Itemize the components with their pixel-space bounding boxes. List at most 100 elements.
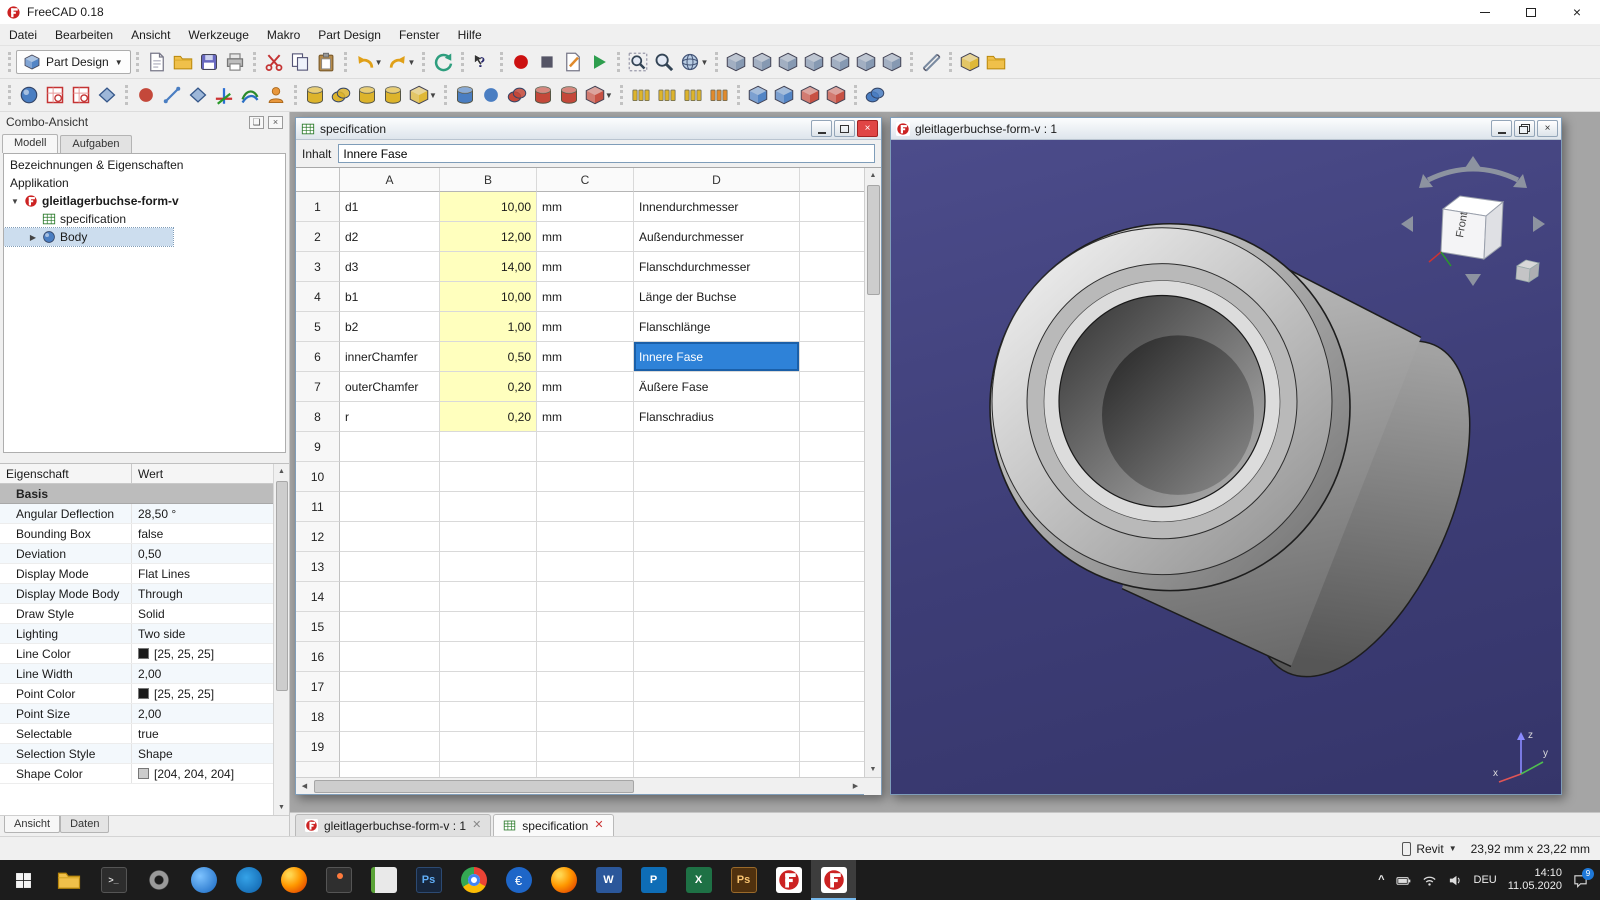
- taskbar-app-excel[interactable]: X: [676, 860, 721, 900]
- tree-item-application[interactable]: Applikation: [4, 174, 285, 192]
- sheet-cell[interactable]: r: [340, 402, 440, 432]
- sheet-cell[interactable]: [440, 612, 537, 642]
- row-header[interactable]: 8: [296, 402, 340, 432]
- sheet-cell[interactable]: [440, 432, 537, 462]
- taskbar-app-photoshop-2[interactable]: Ps: [721, 860, 766, 900]
- expand-icon[interactable]: ▶: [28, 233, 38, 242]
- window-minimize-button[interactable]: [811, 120, 832, 137]
- shape-binder-button[interactable]: [237, 82, 263, 108]
- sheet-cell[interactable]: [440, 582, 537, 612]
- taskbar-app-chrome[interactable]: [451, 860, 496, 900]
- col-header-D[interactable]: D: [634, 168, 800, 192]
- create-part-button[interactable]: [957, 49, 983, 75]
- col-header-B[interactable]: B: [440, 168, 537, 192]
- close-panel-button[interactable]: ×: [268, 115, 283, 129]
- sheet-cell[interactable]: [537, 642, 634, 672]
- spreadsheet-window-titlebar[interactable]: specification ×: [296, 118, 881, 140]
- sheet-cell[interactable]: 12,00: [440, 222, 537, 252]
- toolbar-grip[interactable]: [500, 52, 504, 72]
- map-sketch-button[interactable]: [94, 82, 120, 108]
- sheet-cell[interactable]: [537, 762, 634, 777]
- sheet-cell[interactable]: mm: [537, 222, 634, 252]
- menu-makro[interactable]: Makro: [258, 24, 309, 45]
- sheet-cell[interactable]: [440, 642, 537, 672]
- sheet-cell[interactable]: b1: [340, 282, 440, 312]
- multitransform-button[interactable]: [706, 82, 732, 108]
- taskbar-app-explorer[interactable]: [46, 860, 91, 900]
- taskbar-app-java[interactable]: [316, 860, 361, 900]
- refresh-button[interactable]: [430, 49, 456, 75]
- menu-bearbeiten[interactable]: Bearbeiten: [46, 24, 122, 45]
- view-isometric-button[interactable]: [723, 49, 749, 75]
- row-header[interactable]: [296, 762, 340, 777]
- sheet-cell[interactable]: [634, 432, 800, 462]
- macro-play-button[interactable]: [586, 49, 612, 75]
- additive-pipe-button[interactable]: [380, 82, 406, 108]
- scroll-up-icon[interactable]: ▲: [278, 464, 285, 479]
- sheet-cell[interactable]: Außendurchmesser: [634, 222, 800, 252]
- navigation-cube[interactable]: Front: [1393, 154, 1553, 304]
- paste-button[interactable]: [313, 49, 339, 75]
- sheet-cell[interactable]: mm: [537, 252, 634, 282]
- subtractive-loft-button[interactable]: [530, 82, 556, 108]
- toolbar-grip[interactable]: [853, 85, 857, 105]
- clock[interactable]: 14:10 11.05.2020: [1508, 867, 1562, 893]
- revolution-button[interactable]: [328, 82, 354, 108]
- minimize-button[interactable]: [1462, 0, 1508, 24]
- scrollbar-thumb[interactable]: [314, 779, 634, 793]
- row-header[interactable]: 14: [296, 582, 340, 612]
- prop-value[interactable]: Solid: [132, 604, 273, 623]
- undo-dropdown[interactable]: ▼: [375, 58, 383, 67]
- subtractive-pipe-button[interactable]: [556, 82, 582, 108]
- sheet-cell[interactable]: [340, 552, 440, 582]
- start-button[interactable]: [0, 860, 46, 900]
- macro-record-button[interactable]: [508, 49, 534, 75]
- sheet-cell[interactable]: [340, 492, 440, 522]
- corner-header[interactable]: [296, 168, 340, 192]
- window-maximize-button[interactable]: [834, 120, 855, 137]
- sheet-cell[interactable]: Länge der Buchse: [634, 282, 800, 312]
- macro-edit-button[interactable]: [560, 49, 586, 75]
- taskbar-app-word[interactable]: W: [586, 860, 631, 900]
- menu-werkzeuge[interactable]: Werkzeuge: [179, 24, 257, 45]
- volume-icon[interactable]: [1448, 873, 1463, 888]
- taskbar-app-firefox[interactable]: [271, 860, 316, 900]
- sheet-cell[interactable]: [634, 552, 800, 582]
- scroll-up-icon[interactable]: ▲: [865, 168, 881, 183]
- navcube-mini-cube[interactable]: [1515, 259, 1540, 283]
- rotate-right-arrow[interactable]: [1533, 216, 1545, 232]
- row-header[interactable]: 2: [296, 222, 340, 252]
- tab-daten[interactable]: Daten: [60, 816, 110, 833]
- sheet-cell[interactable]: [634, 762, 800, 777]
- tab-ansicht[interactable]: Ansicht: [4, 816, 61, 833]
- cell-content-input[interactable]: [338, 144, 875, 163]
- row-header[interactable]: 13: [296, 552, 340, 582]
- sheet-cell[interactable]: [340, 462, 440, 492]
- sheet-cell[interactable]: mm: [537, 282, 634, 312]
- toolbar-grip[interactable]: [949, 52, 953, 72]
- additive-primitive-dropdown[interactable]: ▼: [429, 91, 437, 100]
- clone-button[interactable]: [263, 82, 289, 108]
- notification-center[interactable]: 9: [1573, 867, 1594, 888]
- redo-dropdown[interactable]: ▼: [408, 58, 416, 67]
- sheet-cell[interactable]: d1: [340, 192, 440, 222]
- toolbar-grip[interactable]: [736, 85, 740, 105]
- sheet-cell[interactable]: [537, 492, 634, 522]
- zoom-box-button[interactable]: [625, 49, 651, 75]
- menu-partdesign[interactable]: Part Design: [309, 24, 390, 45]
- sheet-cell[interactable]: [537, 612, 634, 642]
- sheet-cell[interactable]: 10,00: [440, 192, 537, 222]
- sheet-cell[interactable]: [634, 492, 800, 522]
- prop-value[interactable]: 2,00: [132, 704, 273, 723]
- measure-button[interactable]: [918, 49, 944, 75]
- horizontal-scrollbar[interactable]: ◀ ▶: [296, 777, 881, 795]
- menu-fenster[interactable]: Fenster: [390, 24, 449, 45]
- sheet-cell[interactable]: [340, 582, 440, 612]
- toolbar-grip[interactable]: [461, 52, 465, 72]
- close-tab-icon[interactable]: ✕: [472, 820, 481, 831]
- sheet-cell[interactable]: [340, 432, 440, 462]
- col-header-C[interactable]: C: [537, 168, 634, 192]
- sheet-cell[interactable]: [800, 342, 864, 372]
- polar-pattern-button[interactable]: [680, 82, 706, 108]
- row-header[interactable]: 7: [296, 372, 340, 402]
